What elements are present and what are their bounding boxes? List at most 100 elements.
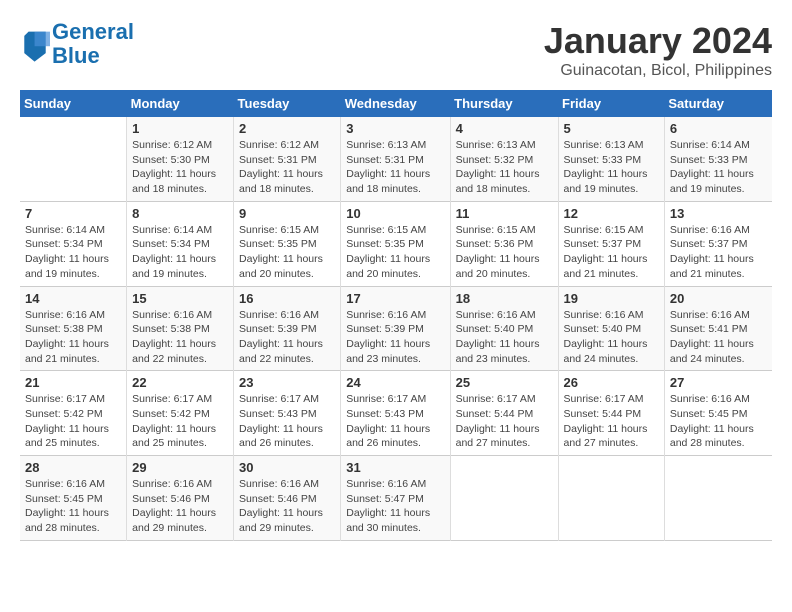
calendar-cell: 4 Sunrise: 6:13 AM Sunset: 5:32 PM Daylig…	[450, 117, 558, 201]
calendar-cell: 1 Sunrise: 6:12 AM Sunset: 5:30 PM Daylig…	[127, 117, 234, 201]
calendar-title: January 2024	[544, 20, 772, 62]
calendar-body: 1 Sunrise: 6:12 AM Sunset: 5:30 PM Daylig…	[20, 117, 772, 540]
calendar-cell: 7Sunrise: 6:14 AM Sunset: 5:34 PM Daylig…	[20, 201, 127, 286]
weekday-header-thursday: Thursday	[450, 90, 558, 117]
day-number: 26	[564, 375, 659, 390]
calendar-cell: 26 Sunrise: 6:17 AM Sunset: 5:44 PM Dayli…	[558, 371, 664, 456]
day-number: 23	[239, 375, 335, 390]
calendar-cell: 19 Sunrise: 6:16 AM Sunset: 5:40 PM Dayli…	[558, 286, 664, 371]
day-info: Sunrise: 6:16 AM Sunset: 5:38 PM Dayligh…	[25, 308, 121, 367]
day-number: 6	[670, 121, 767, 136]
calendar-week-5: 28 Sunrise: 6:16 AM Sunset: 5:45 PM Dayli…	[20, 456, 772, 541]
day-number: 30	[239, 460, 335, 475]
day-number: 31	[346, 460, 444, 475]
calendar-cell: 30 Sunrise: 6:16 AM Sunset: 5:46 PM Dayli…	[234, 456, 341, 541]
calendar-cell: 20 Sunrise: 6:16 AM Sunset: 5:41 PM Dayli…	[664, 286, 772, 371]
day-number: 14	[25, 291, 121, 306]
day-number: 22	[132, 375, 228, 390]
weekday-header-friday: Friday	[558, 90, 664, 117]
calendar-table: SundayMondayTuesdayWednesdayThursdayFrid…	[20, 90, 772, 541]
day-info: Sunrise: 6:12 AM Sunset: 5:31 PM Dayligh…	[239, 138, 335, 197]
weekday-header-wednesday: Wednesday	[341, 90, 450, 117]
day-number: 16	[239, 291, 335, 306]
day-info: Sunrise: 6:14 AM Sunset: 5:34 PM Dayligh…	[132, 223, 228, 282]
calendar-week-1: 1 Sunrise: 6:12 AM Sunset: 5:30 PM Daylig…	[20, 117, 772, 201]
day-number: 20	[670, 291, 767, 306]
calendar-header: SundayMondayTuesdayWednesdayThursdayFrid…	[20, 90, 772, 117]
day-info: Sunrise: 6:14 AM Sunset: 5:34 PM Dayligh…	[25, 223, 121, 282]
day-number: 8	[132, 206, 228, 221]
weekday-header-row: SundayMondayTuesdayWednesdayThursdayFrid…	[20, 90, 772, 117]
calendar-cell: 5Sunrise: 6:13 AM Sunset: 5:33 PM Daylig…	[558, 117, 664, 201]
day-number: 17	[346, 291, 444, 306]
title-block: January 2024 Guinacotan, Bicol, Philippi…	[544, 20, 772, 80]
logo: General Blue	[20, 20, 134, 68]
logo-icon	[20, 27, 50, 62]
day-info: Sunrise: 6:17 AM Sunset: 5:43 PM Dayligh…	[346, 392, 444, 451]
day-info: Sunrise: 6:16 AM Sunset: 5:39 PM Dayligh…	[346, 308, 444, 367]
day-number: 29	[132, 460, 228, 475]
day-info: Sunrise: 6:16 AM Sunset: 5:47 PM Dayligh…	[346, 477, 444, 536]
day-info: Sunrise: 6:16 AM Sunset: 5:40 PM Dayligh…	[456, 308, 553, 367]
day-number: 28	[25, 460, 121, 475]
calendar-cell: 13 Sunrise: 6:16 AM Sunset: 5:37 PM Dayli…	[664, 201, 772, 286]
day-number: 9	[239, 206, 335, 221]
day-info: Sunrise: 6:13 AM Sunset: 5:32 PM Dayligh…	[456, 138, 553, 197]
calendar-cell: 3Sunrise: 6:13 AM Sunset: 5:31 PM Daylig…	[341, 117, 450, 201]
day-info: Sunrise: 6:16 AM Sunset: 5:37 PM Dayligh…	[670, 223, 767, 282]
day-number: 1	[132, 121, 228, 136]
page-header: General Blue January 2024 Guinacotan, Bi…	[20, 20, 772, 80]
day-number: 15	[132, 291, 228, 306]
calendar-cell: 12Sunrise: 6:15 AM Sunset: 5:37 PM Dayli…	[558, 201, 664, 286]
calendar-subtitle: Guinacotan, Bicol, Philippines	[544, 62, 772, 80]
calendar-week-2: 7Sunrise: 6:14 AM Sunset: 5:34 PM Daylig…	[20, 201, 772, 286]
day-number: 10	[346, 206, 444, 221]
day-number: 13	[670, 206, 767, 221]
calendar-cell: 2 Sunrise: 6:12 AM Sunset: 5:31 PM Daylig…	[234, 117, 341, 201]
day-info: Sunrise: 6:16 AM Sunset: 5:38 PM Dayligh…	[132, 308, 228, 367]
day-number: 11	[456, 206, 553, 221]
calendar-cell: 17 Sunrise: 6:16 AM Sunset: 5:39 PM Dayli…	[341, 286, 450, 371]
calendar-cell: 27Sunrise: 6:16 AM Sunset: 5:45 PM Dayli…	[664, 371, 772, 456]
calendar-cell: 22 Sunrise: 6:17 AM Sunset: 5:42 PM Dayli…	[127, 371, 234, 456]
calendar-cell: 28 Sunrise: 6:16 AM Sunset: 5:45 PM Dayli…	[20, 456, 127, 541]
day-info: Sunrise: 6:16 AM Sunset: 5:40 PM Dayligh…	[564, 308, 659, 367]
day-number: 25	[456, 375, 553, 390]
calendar-cell: 9Sunrise: 6:15 AM Sunset: 5:35 PM Daylig…	[234, 201, 341, 286]
weekday-header-monday: Monday	[127, 90, 234, 117]
day-info: Sunrise: 6:12 AM Sunset: 5:30 PM Dayligh…	[132, 138, 228, 197]
calendar-cell: 29 Sunrise: 6:16 AM Sunset: 5:46 PM Dayli…	[127, 456, 234, 541]
day-info: Sunrise: 6:17 AM Sunset: 5:44 PM Dayligh…	[564, 392, 659, 451]
day-number: 2	[239, 121, 335, 136]
day-number: 27	[670, 375, 767, 390]
weekday-header-tuesday: Tuesday	[234, 90, 341, 117]
day-number: 19	[564, 291, 659, 306]
logo-blue: Blue	[52, 43, 100, 68]
calendar-cell	[664, 456, 772, 541]
calendar-cell: 25Sunrise: 6:17 AM Sunset: 5:44 PM Dayli…	[450, 371, 558, 456]
calendar-cell	[450, 456, 558, 541]
day-info: Sunrise: 6:17 AM Sunset: 5:42 PM Dayligh…	[132, 392, 228, 451]
calendar-cell: 11 Sunrise: 6:15 AM Sunset: 5:36 PM Dayli…	[450, 201, 558, 286]
day-info: Sunrise: 6:16 AM Sunset: 5:46 PM Dayligh…	[239, 477, 335, 536]
day-info: Sunrise: 6:14 AM Sunset: 5:33 PM Dayligh…	[670, 138, 767, 197]
calendar-cell: 10 Sunrise: 6:15 AM Sunset: 5:35 PM Dayli…	[341, 201, 450, 286]
day-number: 5	[564, 121, 659, 136]
day-info: Sunrise: 6:15 AM Sunset: 5:35 PM Dayligh…	[346, 223, 444, 282]
day-info: Sunrise: 6:17 AM Sunset: 5:43 PM Dayligh…	[239, 392, 335, 451]
calendar-cell: 21Sunrise: 6:17 AM Sunset: 5:42 PM Dayli…	[20, 371, 127, 456]
day-info: Sunrise: 6:15 AM Sunset: 5:36 PM Dayligh…	[456, 223, 553, 282]
day-info: Sunrise: 6:16 AM Sunset: 5:41 PM Dayligh…	[670, 308, 767, 367]
calendar-cell: 14 Sunrise: 6:16 AM Sunset: 5:38 PM Dayli…	[20, 286, 127, 371]
day-info: Sunrise: 6:16 AM Sunset: 5:46 PM Dayligh…	[132, 477, 228, 536]
calendar-week-3: 14 Sunrise: 6:16 AM Sunset: 5:38 PM Dayli…	[20, 286, 772, 371]
calendar-cell: 31 Sunrise: 6:16 AM Sunset: 5:47 PM Dayli…	[341, 456, 450, 541]
logo-text: General Blue	[52, 20, 134, 68]
calendar-week-4: 21 Sunrise: 6:17 AM Sunset: 5:42 PM Dayli…	[20, 371, 772, 456]
weekday-header-sunday: Sunday	[20, 90, 127, 117]
day-info: Sunrise: 6:16 AM Sunset: 5:45 PM Dayligh…	[25, 477, 121, 536]
day-info: Sunrise: 6:13 AM Sunset: 5:31 PM Dayligh…	[346, 138, 444, 197]
day-number: 21	[25, 375, 121, 390]
day-number: 4	[456, 121, 553, 136]
calendar-cell	[558, 456, 664, 541]
